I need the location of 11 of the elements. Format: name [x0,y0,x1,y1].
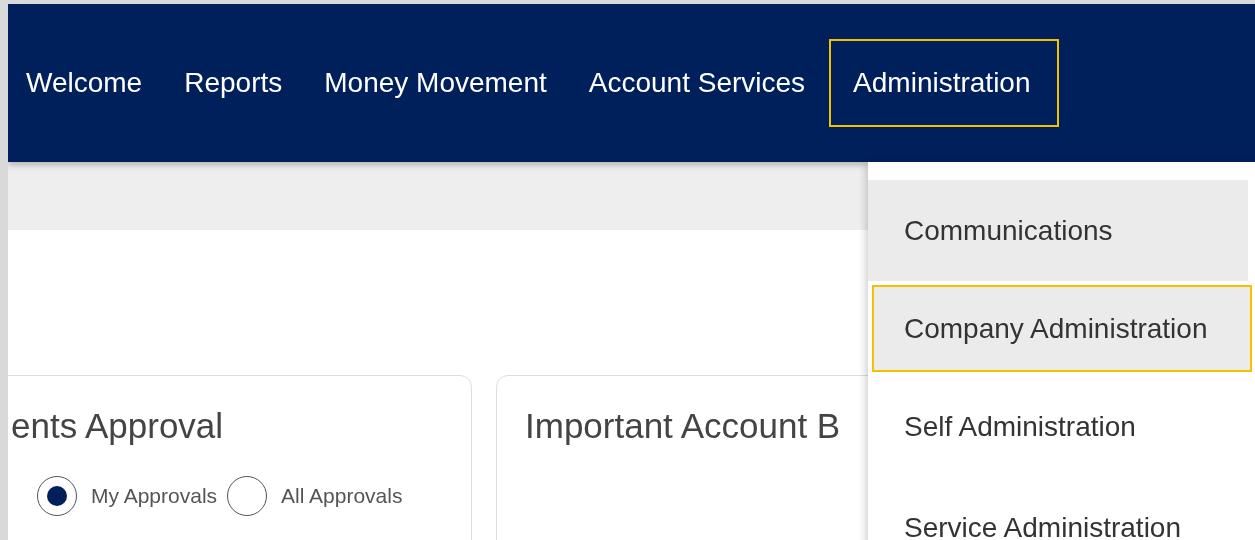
nav-tab[interactable]: Account Services [570,39,830,127]
radio-option[interactable]: All Approvals [227,476,403,516]
nav-tab[interactable]: Reports [166,39,307,127]
radio-option[interactable]: My Approvals [37,476,218,516]
menu-item[interactable]: Communications [868,180,1248,281]
card-title: Important Account B [525,406,841,446]
menu-item[interactable]: Company Administration [872,285,1252,372]
card-title: ents Approval [11,406,224,446]
nav-tab[interactable]: Welcome [8,39,167,127]
nav-tab[interactable]: Administration [829,39,1059,127]
nav-tab[interactable]: Money Movement [306,39,571,127]
